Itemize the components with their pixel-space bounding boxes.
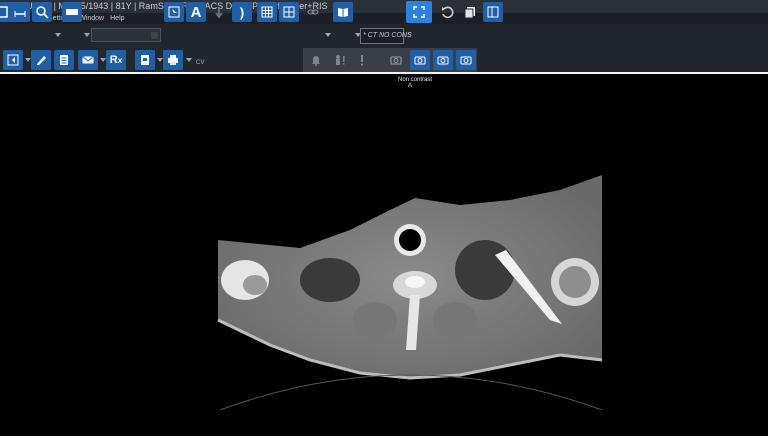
report-button[interactable] [54,50,74,70]
text-annotation-label: A [190,3,202,21]
grid-button[interactable] [257,2,277,22]
bell-icon [306,50,326,70]
exclamation-icon [352,50,372,70]
email-icon [78,50,98,70]
undo-icon [437,2,457,22]
menu-bar: Settings RIS Settings Window Help [0,13,768,24]
sidebar-button[interactable] [3,50,23,70]
measure-icon [10,2,30,22]
measure-button[interactable] [10,2,30,22]
fullscreen-button[interactable] [406,1,432,23]
select-button[interactable] [164,2,184,22]
exclamation-button[interactable] [352,50,372,70]
copy-button[interactable] [460,2,480,22]
copy-icon [460,2,480,22]
camera-button-2[interactable] [410,50,430,70]
sidebar-icon [3,50,23,70]
print-icon [163,50,183,70]
orientation-marker: A [408,83,413,89]
camera-blue-icon [410,50,430,70]
panel-button[interactable] [483,2,503,22]
menu-help[interactable]: Help [110,13,124,24]
arrow-button[interactable] [209,2,229,22]
link-caret-icon[interactable] [325,33,331,37]
print-button[interactable] [163,50,183,70]
chevron-down-icon [151,32,158,39]
menu-window[interactable]: Window [79,13,104,24]
window-title: /11A^USER | M | 6/5/1943 | 81Y | RamSoft… [0,0,768,13]
camera-button-3[interactable] [433,50,453,70]
zoom-caret-icon[interactable] [55,33,61,37]
print-caret-icon[interactable] [186,58,192,62]
tile-icon [279,2,299,22]
camera-blue-icon-2 [433,50,453,70]
camera-button-1[interactable] [386,50,406,70]
ct-scan-image[interactable] [210,170,610,410]
rx-icon: Rx [106,50,126,70]
fullscreen-icon [406,1,432,23]
select-icon [164,2,184,22]
bell-button[interactable] [306,50,326,70]
link-icon [303,2,323,22]
cv-label: CV [196,60,205,66]
document-button[interactable] [135,50,155,70]
tile-button[interactable] [279,2,299,22]
bracket-button[interactable]: ) [232,2,252,22]
document-icon [135,50,155,70]
pen-icon [31,50,51,70]
camera-blue-icon-3 [456,50,476,70]
window-level-button[interactable] [62,2,82,22]
series-label: Non contrast [398,77,433,83]
window-level-caret-icon[interactable] [84,33,90,37]
window-level-icon [62,2,82,22]
link-button[interactable] [303,2,323,22]
preset-dropdown[interactable] [91,28,161,42]
email-button[interactable] [78,50,98,70]
book-button[interactable] [333,2,353,22]
pen-button[interactable] [31,50,51,70]
camera-button-4[interactable] [456,50,476,70]
undo-button[interactable] [437,2,457,22]
text-annotation-icon: A [186,2,206,22]
zoom-icon [32,2,52,22]
book-icon [333,2,353,22]
protocol-combo[interactable]: * CT NO CONS [360,28,412,44]
bracket-icon: ) [232,2,252,22]
grid-icon [257,2,277,22]
text-annotation-button[interactable]: A [186,2,206,22]
person-alert-icon [330,50,350,70]
camera-icon [386,50,406,70]
arrow-icon [209,2,229,22]
panel-icon [483,2,503,22]
report-icon [54,50,74,70]
zoom-button[interactable] [32,2,52,22]
person-alert-button[interactable] [330,50,350,70]
rx-button[interactable]: Rx [106,50,126,70]
